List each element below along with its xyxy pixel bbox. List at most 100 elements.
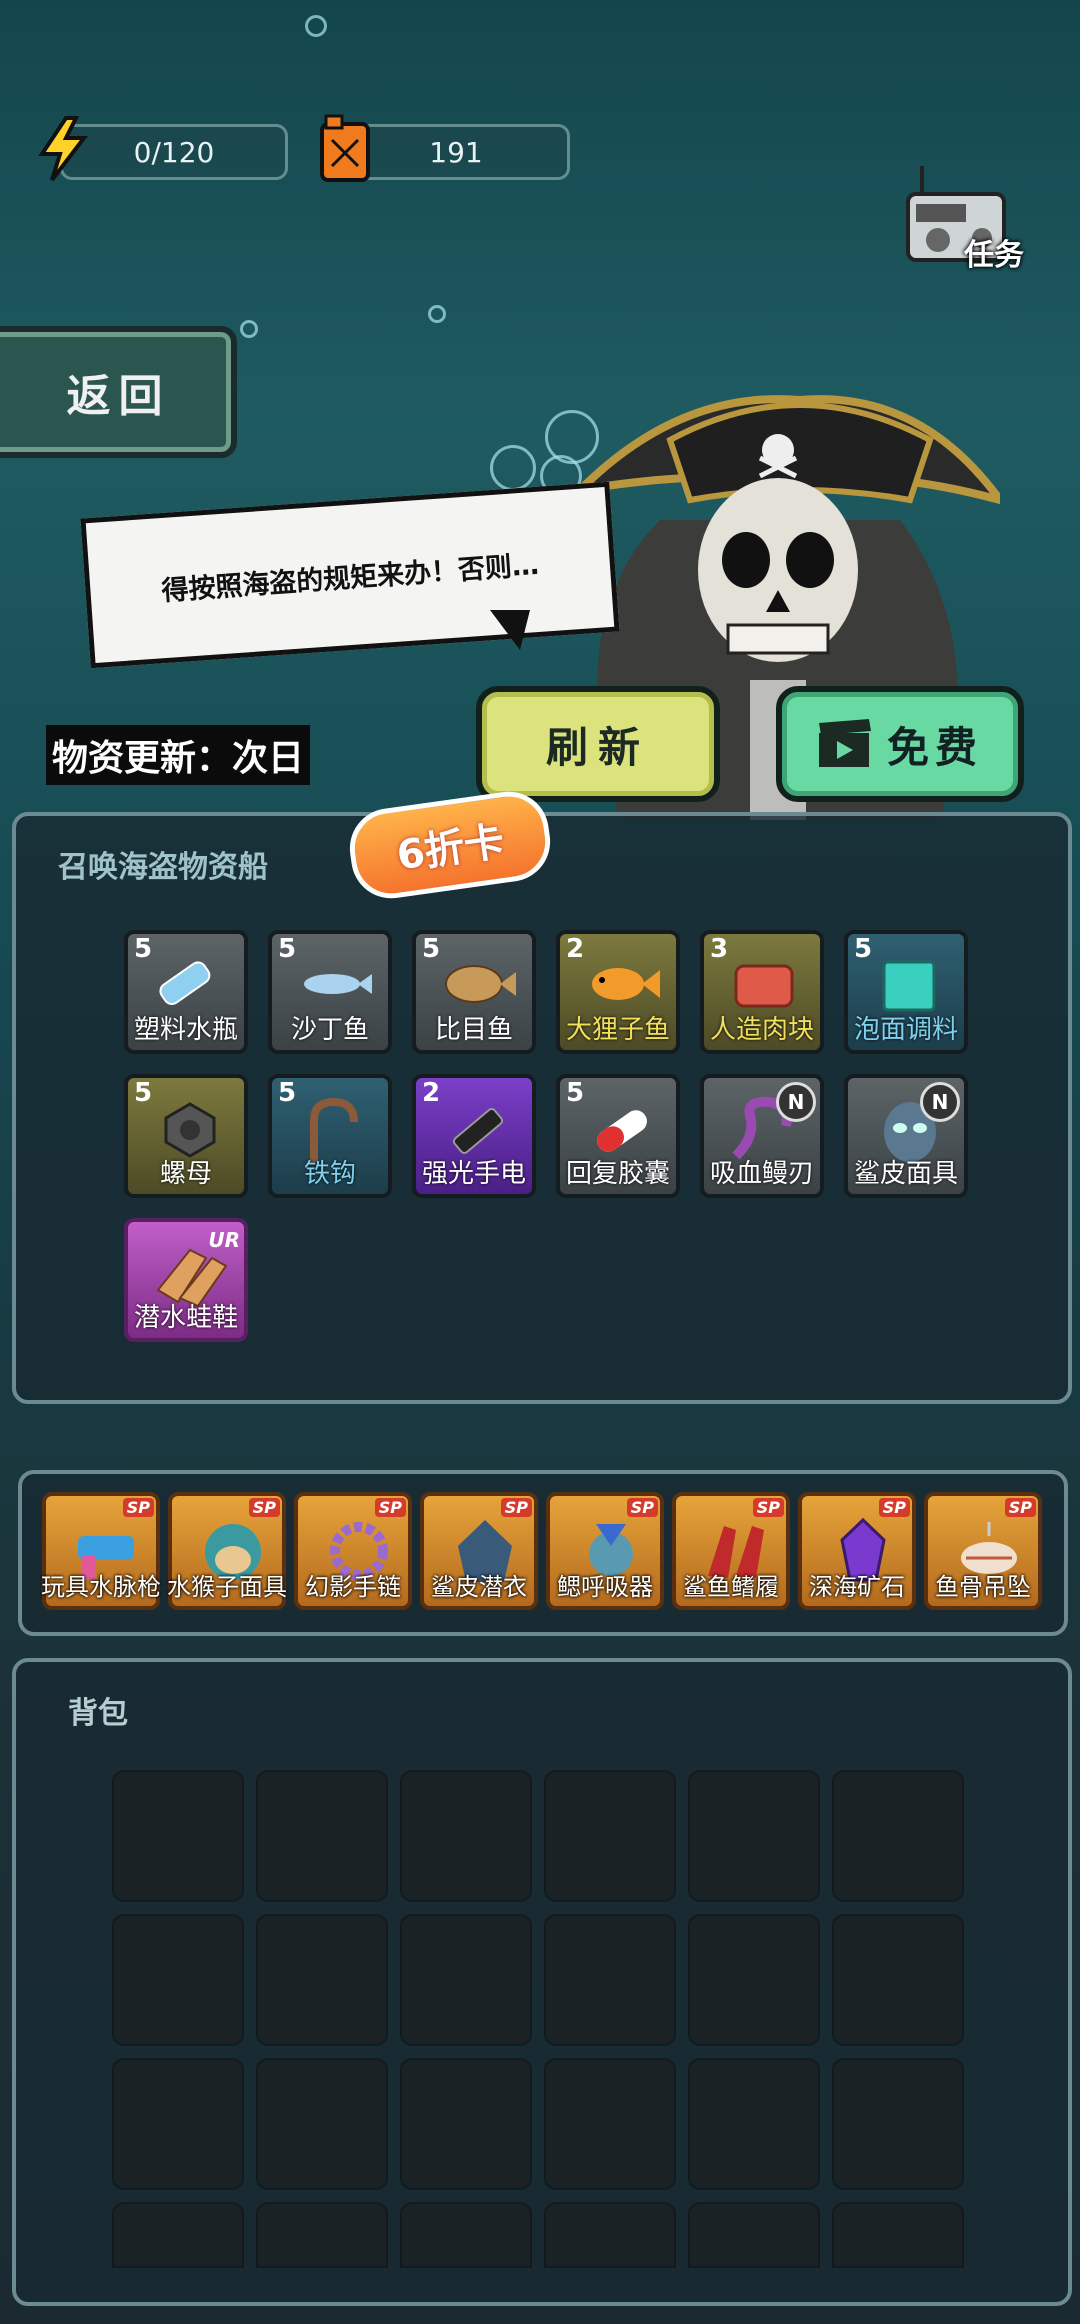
- fuel-value: 191: [429, 135, 483, 169]
- backpack-slot[interactable]: [688, 1770, 820, 1902]
- sp-item-slot[interactable]: SP 鲨皮潜衣: [420, 1492, 538, 1610]
- bubble: [240, 320, 258, 338]
- backpack-slot[interactable]: [112, 2202, 244, 2268]
- item-name: 吸血鳗刃: [709, 1159, 814, 1189]
- free-button[interactable]: 免费: [776, 686, 1024, 802]
- item-slot[interactable]: 5 泡面调料: [844, 930, 968, 1054]
- sp-item-name: 鳃呼吸器: [557, 1573, 653, 1601]
- backpack-slot[interactable]: [400, 1914, 532, 2046]
- item-name: 比目鱼: [434, 1015, 513, 1045]
- lightning-icon: [36, 116, 90, 186]
- item-slot[interactable]: 2 强光手电: [412, 1074, 536, 1198]
- video-icon: [818, 719, 871, 767]
- item-name: 铁钩: [303, 1159, 356, 1189]
- item-slot[interactable]: 5 比目鱼: [412, 930, 536, 1054]
- energy-counter: 0/120: [60, 124, 288, 180]
- sp-tag: SP: [122, 1498, 154, 1517]
- free-label: 免费: [886, 722, 983, 772]
- backpack-slot[interactable]: [688, 1914, 820, 2046]
- rarity-badge: UR: [208, 1228, 240, 1252]
- item-slot[interactable]: 3 人造肉块: [700, 930, 824, 1054]
- speech-text: 得按照海盗的规矩来办！否则…: [160, 549, 540, 607]
- item-slot[interactable]: 5 塑料水瓶: [124, 930, 248, 1054]
- backpack-slot[interactable]: [256, 2202, 388, 2268]
- sp-item-slot[interactable]: SP 水猴子面具: [167, 1492, 287, 1610]
- sp-item-name: 幻影手链: [305, 1573, 401, 1601]
- backpack-slot[interactable]: [112, 1914, 244, 2046]
- speech-bubble: 得按照海盗的规矩来办！否则…: [80, 481, 620, 669]
- sp-item-slot[interactable]: SP 深海矿石: [798, 1492, 916, 1610]
- item-name: 沙丁鱼: [290, 1015, 369, 1045]
- rarity-badge: N: [920, 1082, 960, 1122]
- bubble: [305, 15, 327, 37]
- sp-item-name: 水猴子面具: [167, 1573, 287, 1601]
- item-slot[interactable]: N 吸血鳗刃: [700, 1074, 824, 1198]
- backpack-slot[interactable]: [112, 2058, 244, 2190]
- back-label: 返回: [66, 371, 171, 422]
- backpack-slot[interactable]: [400, 1770, 532, 1902]
- backpack-slot[interactable]: [832, 1914, 964, 2046]
- item-slot[interactable]: 5 沙丁鱼: [268, 930, 392, 1054]
- item-slot[interactable]: 5 铁钩: [268, 1074, 392, 1198]
- item-count: 2: [422, 1078, 441, 1108]
- sp-item-slot[interactable]: SP 鲨鱼鳍履: [672, 1492, 790, 1610]
- bubble: [428, 305, 446, 323]
- backpack-slot[interactable]: [832, 2202, 964, 2268]
- sp-item-slot[interactable]: SP 玩具水脉枪: [41, 1492, 161, 1610]
- item-count: 2: [566, 934, 585, 964]
- sp-item-name: 鱼骨吊坠: [935, 1573, 1031, 1601]
- sp-item-slot[interactable]: SP 幻影手链: [294, 1492, 412, 1610]
- backpack-slot[interactable]: [256, 1914, 388, 2046]
- backpack-slot[interactable]: [544, 2058, 676, 2190]
- backpack-slot[interactable]: [256, 2058, 388, 2190]
- discount-label: 6折卡: [393, 818, 508, 880]
- item-count: 3: [710, 934, 729, 964]
- jerrycan-icon: [318, 114, 372, 186]
- item-count: 5: [854, 934, 873, 964]
- item-count: 5: [278, 934, 297, 964]
- item-count: 5: [278, 1078, 297, 1108]
- item-slot[interactable]: 5 螺母: [124, 1074, 248, 1198]
- sp-tag: SP: [248, 1498, 280, 1517]
- item-name: 泡面调料: [853, 1015, 958, 1045]
- item-name: 螺母: [159, 1159, 212, 1189]
- item-name: 强光手电: [421, 1159, 526, 1189]
- backpack-slot[interactable]: [400, 2058, 532, 2190]
- item-slot[interactable]: UR 潜水蛙鞋: [124, 1218, 248, 1342]
- item-slot[interactable]: 5 回复胶囊: [556, 1074, 680, 1198]
- speech-tail: [490, 610, 530, 650]
- sp-item-slot[interactable]: SP 鳃呼吸器: [546, 1492, 664, 1610]
- refresh-label: 刷新: [545, 722, 650, 772]
- sp-tag: SP: [500, 1498, 532, 1517]
- item-name: 塑料水瓶: [133, 1015, 238, 1045]
- sp-tag: SP: [626, 1498, 658, 1517]
- item-name: 大狸子鱼: [565, 1015, 670, 1045]
- backpack-slot[interactable]: [688, 2058, 820, 2190]
- back-button[interactable]: 返回: [0, 326, 237, 458]
- sp-tag: SP: [878, 1498, 910, 1517]
- item-slot[interactable]: N 鲨皮面具: [844, 1074, 968, 1198]
- backpack-slot[interactable]: [400, 2202, 532, 2268]
- item-name: 鲨皮面具: [853, 1159, 958, 1189]
- item-name: 回复胶囊: [565, 1159, 670, 1189]
- supply-update-text: 物资更新：次日: [46, 725, 311, 785]
- sp-item-slot[interactable]: SP 鱼骨吊坠: [924, 1492, 1042, 1610]
- item-count: 5: [134, 934, 153, 964]
- sp-tag: SP: [1004, 1498, 1036, 1517]
- backpack-slot[interactable]: [544, 1914, 676, 2046]
- item-count: 5: [134, 1078, 153, 1108]
- sp-item-name: 深海矿石: [809, 1573, 905, 1601]
- sp-item-name: 鲨皮潜衣: [431, 1573, 527, 1601]
- item-slot[interactable]: 2 大狸子鱼: [556, 930, 680, 1054]
- backpack-slot[interactable]: [256, 1770, 388, 1902]
- backpack-slot[interactable]: [832, 1770, 964, 1902]
- backpack-slot[interactable]: [688, 2202, 820, 2268]
- backpack-slot[interactable]: [832, 2058, 964, 2190]
- item-name: 人造肉块: [709, 1015, 814, 1045]
- task-button[interactable]: 任务: [902, 160, 1032, 273]
- refresh-button[interactable]: 刷新: [476, 686, 720, 802]
- backpack-slot[interactable]: [544, 2202, 676, 2268]
- sp-tag: SP: [374, 1498, 406, 1517]
- backpack-slot[interactable]: [112, 1770, 244, 1902]
- backpack-slot[interactable]: [544, 1770, 676, 1902]
